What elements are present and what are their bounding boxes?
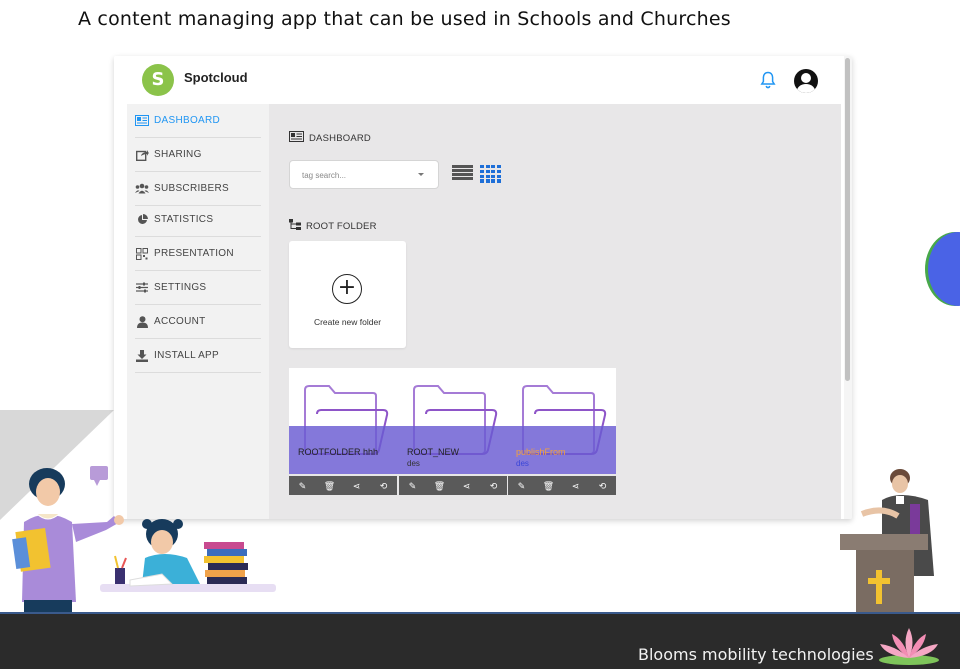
- dashboard-heading: DASHBOARD: [289, 131, 371, 145]
- folder-tree-icon: [289, 219, 301, 233]
- pie-chart-icon: [135, 214, 149, 226]
- sidebar-item-label: DASHBOARD: [154, 115, 221, 126]
- create-folder-card[interactable]: + Create new folder: [289, 241, 406, 348]
- sidebar-item-sharing[interactable]: SHARING: [135, 138, 261, 172]
- folder-desc: des: [516, 459, 529, 468]
- sidebar-item-label: SETTINGS: [154, 282, 207, 293]
- sidebar-item-settings[interactable]: SETTINGS: [135, 271, 261, 305]
- preacher-illustration: [840, 469, 934, 612]
- tag-search-select[interactable]: tag search...: [289, 160, 439, 189]
- grid-view-icon[interactable]: [480, 165, 502, 183]
- sidebar-item-label: PRESENTATION: [154, 248, 234, 259]
- lotus-logo-icon: [879, 628, 939, 665]
- sliders-icon: [135, 282, 149, 294]
- edit-icon[interactable]: ✎: [297, 480, 309, 492]
- download-icon: [135, 349, 149, 362]
- delete-icon[interactable]: 🗑: [434, 480, 446, 492]
- scrollbar[interactable]: [844, 56, 852, 519]
- share-icon[interactable]: ⋖: [461, 480, 473, 492]
- folder-name: publishFrom: [516, 447, 566, 457]
- decor-circle: [928, 232, 960, 306]
- dashboard-icon: [135, 115, 149, 127]
- sidebar-item-install-app[interactable]: INSTALL APP: [135, 339, 261, 373]
- sync-icon[interactable]: ⟲: [488, 480, 500, 492]
- app-window: S Spotcloud DASHBOARD SHARING SUBSCRIBER…: [114, 56, 852, 519]
- share-icon[interactable]: ⋖: [570, 480, 582, 492]
- qr-icon: [135, 247, 149, 260]
- folder-desc: des: [407, 459, 420, 468]
- sidebar-item-subscribers[interactable]: SUBSCRIBERS: [135, 172, 261, 206]
- delete-icon[interactable]: 🗑: [324, 480, 336, 492]
- bell-icon[interactable]: [760, 71, 776, 89]
- folder-name: ROOTFOLDER hhh: [298, 447, 379, 457]
- root-folder-heading: ROOT FOLDER: [289, 219, 377, 233]
- sidebar-item-label: ACCOUNT: [154, 316, 206, 327]
- company-name: Blooms mobility technologies: [638, 645, 874, 664]
- edit-icon[interactable]: ✎: [516, 480, 528, 492]
- sidebar-item-label: STATISTICS: [154, 214, 214, 225]
- page-title: DASHBOARD: [309, 132, 371, 144]
- folder-actions: ✎ 🗑 ⋖ ⟲: [399, 476, 507, 495]
- folder-actions: ✎ 🗑 ⋖ ⟲: [289, 476, 397, 495]
- chevron-down-icon: [418, 173, 424, 176]
- sync-icon[interactable]: ⟲: [378, 480, 390, 492]
- sidebar: DASHBOARD SHARING SUBSCRIBERS STATISTICS: [127, 104, 269, 519]
- folder-name: ROOT_NEW: [407, 447, 460, 457]
- main-content: DASHBOARD tag search... ROOT FOLDER + Cr…: [269, 104, 841, 519]
- slide-headline: A content managing app that can be used …: [78, 8, 731, 30]
- spotcloud-logo[interactable]: S: [142, 64, 174, 96]
- scrollbar-thumb[interactable]: [845, 58, 850, 381]
- sync-icon[interactable]: ⟲: [597, 480, 609, 492]
- sidebar-item-label: INSTALL APP: [154, 350, 219, 361]
- user-icon: [135, 315, 149, 328]
- user-avatar[interactable]: [794, 69, 818, 93]
- sidebar-item-presentation[interactable]: PRESENTATION: [135, 237, 261, 271]
- sidebar-item-account[interactable]: ACCOUNT: [135, 305, 261, 339]
- brand-name: Spotcloud: [184, 70, 248, 85]
- plus-circle-icon: +: [332, 274, 362, 304]
- folder-actions: ✎ 🗑 ⋖ ⟲: [508, 476, 616, 495]
- share-box-icon: [135, 149, 149, 161]
- sidebar-item-statistics[interactable]: STATISTICS: [135, 203, 261, 237]
- slide: A content managing app that can be used …: [0, 0, 960, 669]
- students-illustration: [12, 466, 276, 612]
- users-icon: [135, 183, 149, 195]
- edit-icon[interactable]: ✎: [407, 480, 419, 492]
- list-view-icon[interactable]: [452, 165, 473, 180]
- create-folder-label: Create new folder: [313, 317, 382, 327]
- folder-card[interactable]: publishFrom des: [507, 368, 616, 474]
- dashboard-icon: [289, 131, 304, 145]
- folder-card[interactable]: ROOTFOLDER hhh: [289, 368, 398, 474]
- folder-card[interactable]: ROOT_NEW des: [398, 368, 507, 474]
- sidebar-item-dashboard[interactable]: DASHBOARD: [135, 104, 261, 138]
- delete-icon[interactable]: 🗑: [543, 480, 555, 492]
- root-folder-title: ROOT FOLDER: [306, 220, 377, 232]
- sidebar-item-label: SUBSCRIBERS: [154, 183, 229, 194]
- top-bar: S Spotcloud: [114, 56, 852, 104]
- share-icon[interactable]: ⋖: [351, 480, 363, 492]
- sidebar-item-label: SHARING: [154, 149, 202, 160]
- search-placeholder: tag search...: [302, 171, 347, 180]
